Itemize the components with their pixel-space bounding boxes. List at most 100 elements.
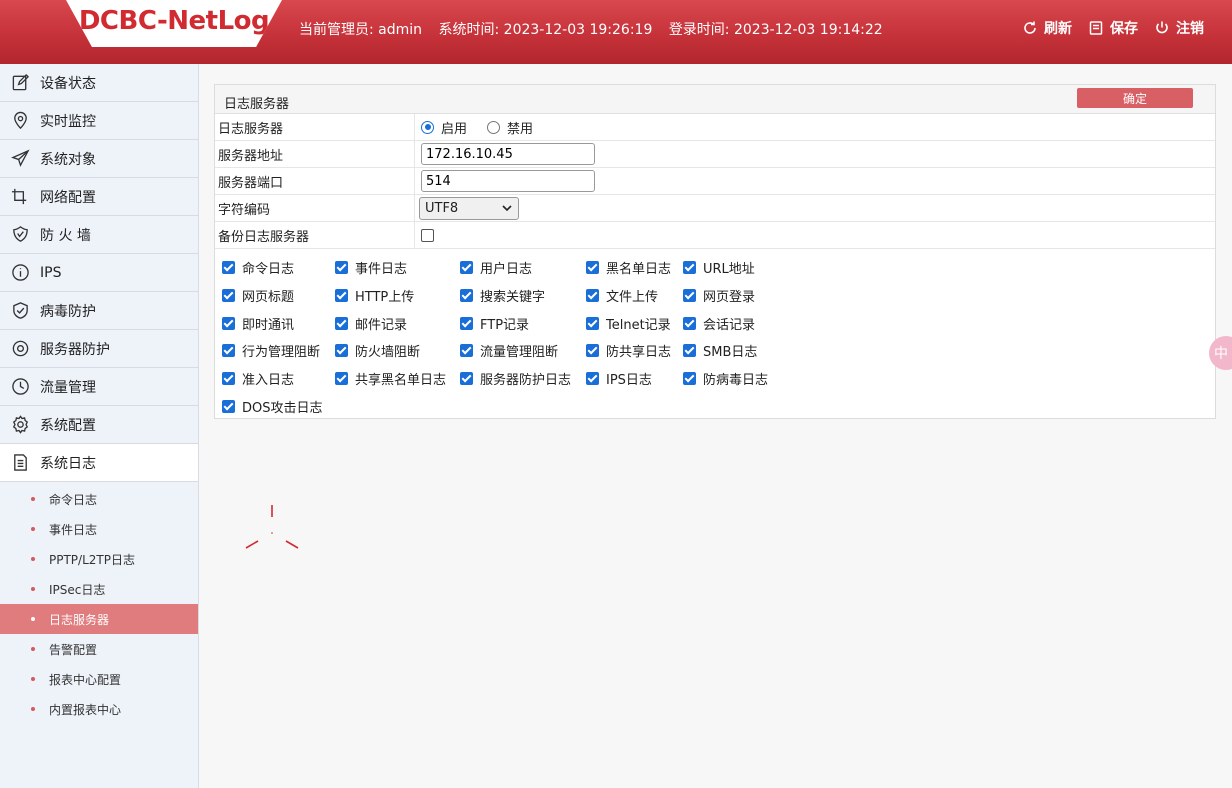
top-header: DCBC-NetLog 当前管理员: admin 系统时间: 2023-12-0… <box>0 0 1232 64</box>
sidebar-item-device-status[interactable]: 设备状态 <box>0 64 198 102</box>
server-port-label: 服务器端口 <box>215 168 415 194</box>
refresh-button[interactable]: 刷新 <box>1022 18 1072 38</box>
logout-label: 注销 <box>1176 21 1204 37</box>
checkbox-url-address[interactable]: URL地址 <box>683 258 755 277</box>
checkbox-checked-icon <box>222 317 235 330</box>
log-type-checkboxes: 命令日志 事件日志 用户日志 黑名单日志 URL地址 网页标题 HTTP上传 搜… <box>215 249 1215 417</box>
disable-radio[interactable]: 禁用 <box>487 118 533 137</box>
sidebar-item-system-config[interactable]: 系统配置 <box>0 406 198 444</box>
checkbox-event-log[interactable]: 事件日志 <box>335 258 407 277</box>
checkbox-telnet-record[interactable]: Telnet记录 <box>586 314 671 333</box>
sidebar-item-system-objects[interactable]: 系统对象 <box>0 140 198 178</box>
system-time: 系统时间: 2023-12-03 19:26:19 <box>438 22 653 38</box>
target-icon <box>10 339 30 359</box>
checkbox-behavior-block[interactable]: 行为管理阻断 <box>222 341 320 360</box>
checkbox-web-login[interactable]: 网页登录 <box>683 286 755 305</box>
loading-spinner-icon <box>245 505 299 549</box>
checkbox-shared-blacklist-log[interactable]: 共享黑名单日志 <box>335 369 446 388</box>
encoding-value: UTF8 <box>425 200 459 216</box>
sidebar-item-realtime-monitor[interactable]: 实时监控 <box>0 102 198 140</box>
sub-item-event-log[interactable]: 事件日志 <box>0 514 198 544</box>
checkbox-traffic-block[interactable]: 流量管理阻断 <box>460 341 558 360</box>
header-actions: 刷新 保存 注销 <box>1022 18 1204 38</box>
sub-item-ipsec-log[interactable]: IPSec日志 <box>0 574 198 604</box>
server-address-row: 服务器地址 <box>215 141 1215 168</box>
sidebar-item-ips[interactable]: IPS <box>0 254 198 292</box>
power-icon <box>1156 21 1168 34</box>
login-time: 登录时间: 2023-12-03 19:14:22 <box>668 22 883 38</box>
backup-server-checkbox[interactable] <box>421 228 434 242</box>
checkbox-checked-icon <box>683 372 696 385</box>
checkbox-smb-log[interactable]: SMB日志 <box>683 341 757 360</box>
enable-label: 启用 <box>441 121 468 137</box>
checkbox-label: HTTP上传 <box>355 290 415 305</box>
checkbox-blacklist-log[interactable]: 黑名单日志 <box>586 258 671 277</box>
checkbox-http-upload[interactable]: HTTP上传 <box>335 286 414 305</box>
sub-item-label: 事件日志 <box>49 522 98 537</box>
checkbox-mail-record[interactable]: 邮件记录 <box>335 314 407 333</box>
checkbox-checked-icon <box>222 372 235 385</box>
checkbox-checked-icon <box>586 372 599 385</box>
sidebar-item-antivirus[interactable]: 病毒防护 <box>0 292 198 330</box>
checkbox-checked-icon <box>586 317 599 330</box>
checkbox-antivirus-log[interactable]: 防病毒日志 <box>683 369 768 388</box>
checkbox-checked-icon <box>683 344 696 357</box>
sidebar-item-label: 系统配置 <box>40 417 96 434</box>
confirm-button[interactable]: 确定 <box>1077 88 1193 108</box>
encoding-label: 字符编码 <box>215 195 415 221</box>
checkbox-search-keyword[interactable]: 搜索关键字 <box>460 286 545 305</box>
checkbox-command-log[interactable]: 命令日志 <box>222 258 294 277</box>
checkbox-ftp-record[interactable]: FTP记录 <box>460 314 529 333</box>
checkbox-checked-icon <box>335 261 348 274</box>
checkbox-checked-icon <box>222 400 235 413</box>
enable-radio[interactable]: 启用 <box>421 118 467 137</box>
bullet-icon <box>31 677 35 681</box>
bullet-icon <box>31 617 35 621</box>
sidebar-item-firewall[interactable]: 防 火 墙 <box>0 216 198 254</box>
sidebar-item-label: 流量管理 <box>40 379 96 396</box>
sub-item-pptp-l2tp-log[interactable]: PPTP/L2TP日志 <box>0 544 198 574</box>
sidebar-item-server-protection[interactable]: 服务器防护 <box>0 330 198 368</box>
checkbox-page-title[interactable]: 网页标题 <box>222 286 294 305</box>
sidebar-item-label: 病毒防护 <box>40 303 96 320</box>
checkbox-checked-icon <box>586 344 599 357</box>
checkbox-label: URL地址 <box>703 262 755 277</box>
checkbox-checked-icon <box>335 372 348 385</box>
checkbox-session-record[interactable]: 会话记录 <box>683 314 755 333</box>
sub-item-alert-config[interactable]: 告警配置 <box>0 634 198 664</box>
encoding-select[interactable]: UTF8 <box>419 196 519 220</box>
checkbox-file-upload[interactable]: 文件上传 <box>586 286 658 305</box>
encoding-cell: UTF8 <box>415 195 519 221</box>
sidebar-item-system-log[interactable]: 系统日志 <box>0 444 198 482</box>
checkbox-server-protection-log[interactable]: 服务器防护日志 <box>460 369 571 388</box>
checkbox-firewall-block[interactable]: 防火墙阻断 <box>335 341 420 360</box>
sub-item-log-server[interactable]: 日志服务器 <box>0 604 198 634</box>
sub-item-command-log[interactable]: 命令日志 <box>0 484 198 514</box>
checkbox-anti-share-log[interactable]: 防共享日志 <box>586 341 671 360</box>
checkbox-access-log[interactable]: 准入日志 <box>222 369 294 388</box>
sub-item-builtin-report-center[interactable]: 内置报表中心 <box>0 694 198 724</box>
checkbox-checked-icon <box>683 317 696 330</box>
sidebar-item-traffic-management[interactable]: 流量管理 <box>0 368 198 406</box>
sub-item-report-center-config[interactable]: 报表中心配置 <box>0 664 198 694</box>
checkbox-label: 防病毒日志 <box>703 373 769 388</box>
checkbox-checked-icon <box>222 344 235 357</box>
sidebar-item-label: 网络配置 <box>40 189 96 206</box>
checkbox-user-log[interactable]: 用户日志 <box>460 258 532 277</box>
backup-server-row: 备份日志服务器 <box>215 222 1215 249</box>
checkbox-label: 网页登录 <box>703 290 756 305</box>
logout-button[interactable]: 注销 <box>1154 18 1204 38</box>
log-server-options: 启用 禁用 <box>415 114 553 140</box>
backup-server-label: 备份日志服务器 <box>215 222 415 248</box>
refresh-icon <box>1024 21 1036 34</box>
server-port-row: 服务器端口 <box>215 168 1215 195</box>
server-address-input[interactable] <box>421 143 595 165</box>
save-button[interactable]: 保存 <box>1088 18 1138 38</box>
checkbox-instant-messaging[interactable]: 即时通讯 <box>222 314 294 333</box>
checkbox-dos-attack-log[interactable]: DOS攻击日志 <box>222 397 323 416</box>
server-port-input[interactable] <box>421 170 595 192</box>
gear-icon <box>10 415 30 435</box>
sidebar-item-label: IPS <box>40 264 62 281</box>
sidebar-item-network-config[interactable]: 网络配置 <box>0 178 198 216</box>
checkbox-ips-log[interactable]: IPS日志 <box>586 369 652 388</box>
